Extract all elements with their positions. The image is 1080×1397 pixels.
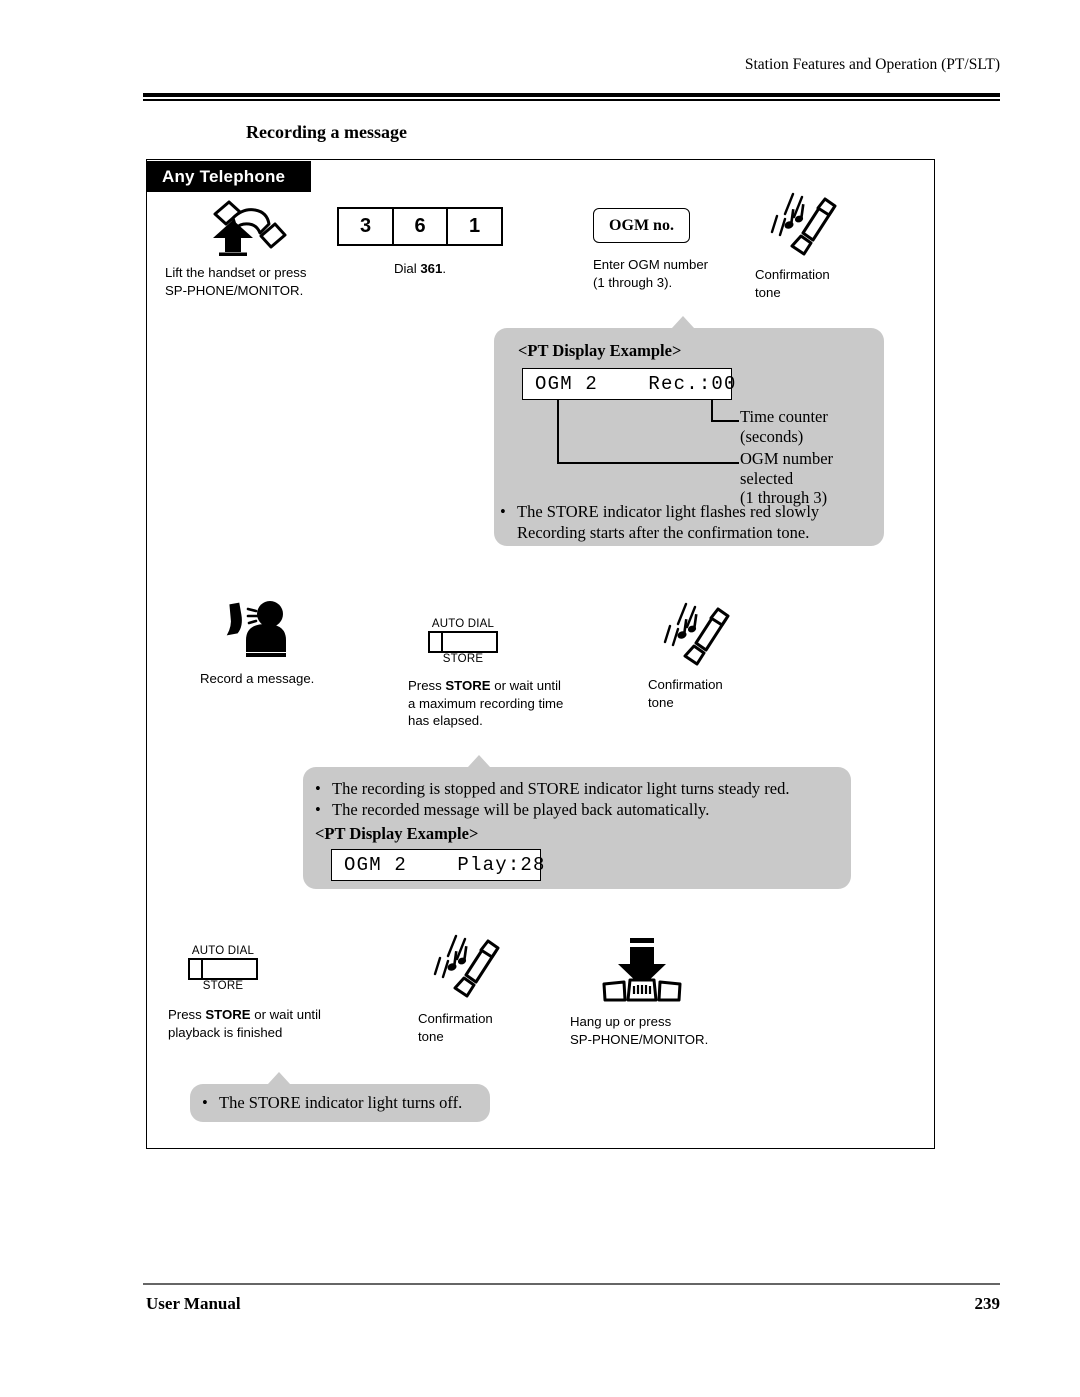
bullet-glyph: • (202, 1093, 208, 1112)
step-press-store-1: AUTO DIAL STORE Press STORE or wait unti… (408, 618, 608, 730)
annotation-ogm-number: OGM number selected (1 through 3) (740, 449, 834, 507)
callout-playback-notes: • The recording is stopped and STORE ind… (315, 778, 845, 820)
store-key-led (190, 960, 203, 978)
step-hang-up-caption: Hang up or press SP-PHONE/MONITOR. (570, 1014, 709, 1047)
person-speaking-icon (200, 598, 390, 660)
callout-play-tail (468, 755, 490, 767)
step-confirmation-tone-1-caption: Confirmation tone (755, 267, 830, 300)
phone-type-tab-label: Any Telephone (162, 166, 286, 186)
lcd-display-recording: OGM 2 Rec.:00 (522, 368, 735, 400)
bullet-spacer (500, 522, 517, 543)
lcd-display-playback: OGM 2 Play:28 (331, 849, 544, 881)
store-key-body (428, 631, 498, 653)
step-dial-caption: Dial 361. (393, 261, 447, 276)
store-key-led (430, 633, 443, 651)
step-lift-handset-caption: Lift the handset or press SP-PHONE/MONIT… (165, 265, 307, 298)
pt-display-heading: <PT Display Example> (518, 341, 682, 360)
callout-rec-tail (672, 316, 694, 328)
leader-line-ogm-horizontal (557, 462, 739, 464)
note-item: • The recorded message will be played ba… (315, 800, 710, 819)
store-key-2: AUTO DIAL STORE (168, 945, 278, 993)
leader-line-time-horizontal (711, 420, 739, 422)
store-key-1: AUTO DIAL STORE (408, 618, 518, 666)
step-enter-ogm-number: OGM no. Enter OGM number (1 through 3). (593, 208, 773, 291)
annotation-time-counter: Time counter (seconds) (740, 407, 828, 446)
header-rule-thin (143, 99, 1000, 101)
step-confirmation-tone-2: Confirmation tone (648, 598, 788, 711)
dial-digit-group: 3 6 1 (337, 207, 527, 246)
callout-indicator-off-notes: • The STORE indicator light turns off. (202, 1092, 488, 1113)
bullet-glyph: • (500, 502, 506, 521)
callout-indicator-off: • The STORE indicator light turns off. (190, 1084, 490, 1122)
page-number: 239 (974, 1294, 1001, 1313)
note-item: • The STORE indicator light turns off. (202, 1093, 463, 1112)
store-key-top-label: AUTO DIAL (431, 618, 495, 630)
dial-digit: 6 (391, 207, 449, 246)
step-press-store-2: AUTO DIAL STORE Press STORE or wait unti… (168, 945, 368, 1041)
page-title: Recording a message (246, 122, 407, 142)
ogm-number-box: OGM no. (593, 208, 690, 243)
leader-line-ogm-vertical (557, 400, 559, 464)
store-key-top-label: AUTO DIAL (191, 945, 255, 957)
dial-digit: 1 (446, 207, 503, 246)
step-dial-361: 3 6 1 Dial 361. (337, 207, 527, 278)
store-key-bottom-label: STORE (202, 980, 244, 992)
leader-line-time-vertical (711, 400, 713, 422)
step-record-message-caption: Record a message. (200, 671, 315, 686)
step-confirmation-tone-1: Confirmation tone (755, 188, 895, 301)
ogm-number-box-label: OGM no. (609, 216, 674, 234)
step-press-store-2-caption: Press STORE or wait until playback is fi… (168, 1006, 368, 1041)
step-hang-up: Hang up or press SP-PHONE/MONITOR. (570, 938, 790, 1048)
phone-type-tab: Any Telephone (146, 161, 311, 192)
note-item-continuation: Recording starts after the confirmation … (500, 522, 876, 543)
handset-tone-icon (755, 188, 895, 260)
step-confirmation-tone-3-caption: Confirmation tone (418, 1011, 493, 1044)
handset-tone-icon (648, 598, 788, 670)
callout-off-tail (268, 1072, 290, 1084)
bullet-glyph: • (315, 800, 321, 819)
step-lift-handset: Lift the handset or press SP-PHONE/MONIT… (165, 198, 365, 299)
store-key-bottom-label: STORE (442, 653, 484, 665)
step-confirmation-tone-2-caption: Confirmation tone (648, 677, 723, 710)
footer-label: User Manual (146, 1294, 241, 1313)
step-record-message: Record a message. (200, 598, 390, 688)
step-press-store-1-caption: Press STORE or wait until a maximum reco… (408, 677, 608, 730)
press-store-line-1: Press STORE or wait until (408, 678, 561, 693)
step-enter-ogm-caption: Enter OGM number (1 through 3). (593, 257, 709, 290)
step-confirmation-tone-3: Confirmation tone (418, 928, 558, 1045)
dial-digit: 3 (337, 207, 394, 246)
callout-recording-notes: • The STORE indicator light flashes red … (500, 501, 876, 543)
pt-display-heading: <PT Display Example> (315, 824, 479, 843)
callout-recording: <PT Display Example> OGM 2 Rec.:00 Time … (494, 328, 884, 546)
header-rule-thick (143, 93, 1000, 97)
bullet-glyph: • (315, 779, 321, 798)
press-store-line-1: Press STORE or wait until (168, 1007, 321, 1022)
store-key-body (188, 958, 258, 980)
callout-playback: • The recording is stopped and STORE ind… (303, 767, 851, 889)
footer-rule (143, 1283, 1000, 1285)
note-item: • The STORE indicator light flashes red … (500, 502, 820, 521)
running-head: Station Features and Operation (PT/SLT) (744, 56, 1000, 73)
note-item: • The recording is stopped and STORE ind… (315, 779, 790, 798)
handset-hangup-icon (570, 938, 790, 1004)
handset-lift-icon (165, 198, 365, 256)
handset-tone-icon (418, 928, 558, 1004)
